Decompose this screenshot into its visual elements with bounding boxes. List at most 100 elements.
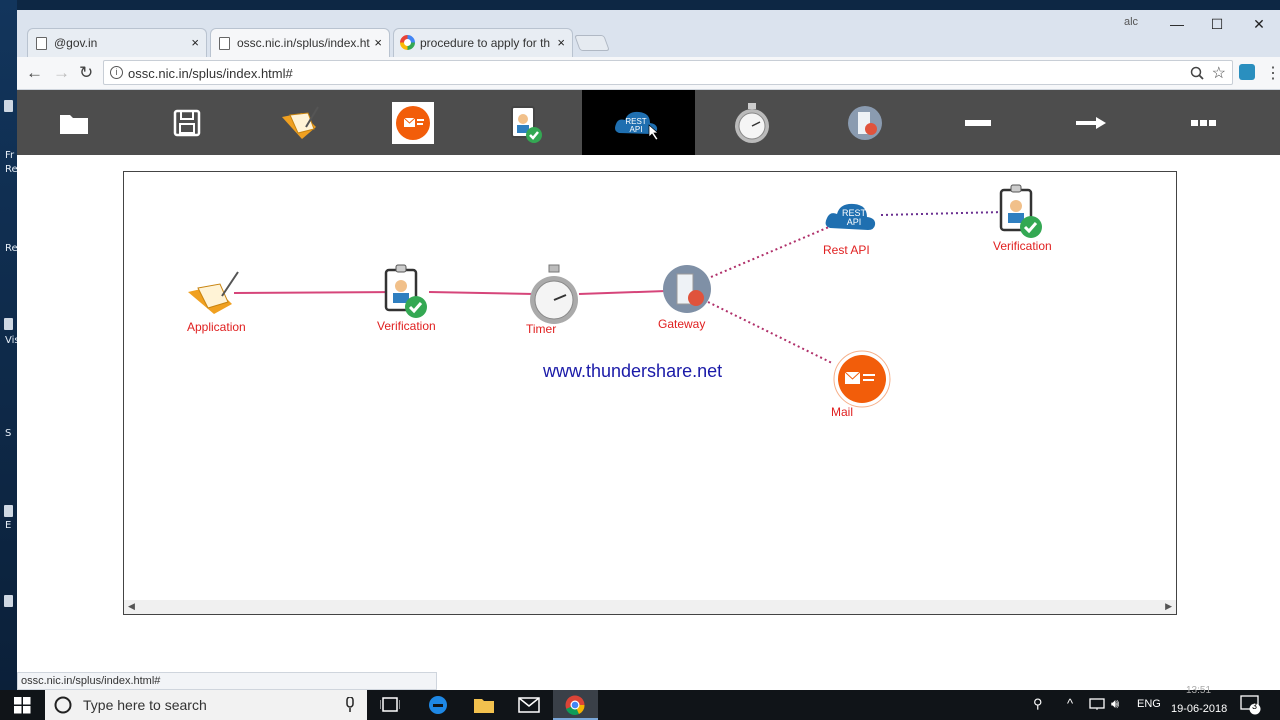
dotted-line-tool-button[interactable] xyxy=(1147,90,1260,155)
link-application-verification[interactable] xyxy=(233,291,397,294)
node-label-gateway: Gateway xyxy=(658,317,706,331)
microphone-icon[interactable] xyxy=(345,697,355,713)
arrow-right-icon xyxy=(1075,116,1106,129)
application-tool-button[interactable] xyxy=(243,90,356,155)
gateway-icon xyxy=(847,105,882,140)
line-tool-button[interactable] xyxy=(921,90,1034,155)
tab-google-search[interactable]: procedure to apply for th × xyxy=(393,28,573,57)
page-icon xyxy=(219,37,230,50)
node-label-verification: Verification xyxy=(993,239,1052,253)
desktop-shortcut-icon[interactable] xyxy=(4,100,13,112)
mail-icon xyxy=(391,101,434,144)
link-gateway-mail[interactable] xyxy=(707,301,833,364)
bookmark-star-icon[interactable]: ☆ xyxy=(1212,63,1226,83)
desktop-label: S xyxy=(5,428,12,439)
new-tab-button[interactable] xyxy=(574,35,610,51)
chrome-icon xyxy=(565,695,585,715)
desktop-shortcut-icon[interactable] xyxy=(4,595,13,607)
mail-node-icon[interactable] xyxy=(832,349,892,409)
close-tab-icon[interactable]: × xyxy=(557,35,565,50)
clock-date[interactable]: 19-06-2018 xyxy=(1171,703,1227,715)
link-verification-timer[interactable] xyxy=(428,291,535,295)
cortana-icon xyxy=(54,696,72,714)
clock-time[interactable]: 13:51 xyxy=(1186,685,1211,696)
line-icon xyxy=(964,119,991,126)
gateway-tool-button[interactable] xyxy=(808,90,921,155)
tab-ossc[interactable]: ossc.nic.in/splus/index.ht × xyxy=(210,28,390,57)
floppy-disk-icon xyxy=(173,109,200,136)
network-icon[interactable] xyxy=(1089,698,1105,711)
desktop-shortcut-icon[interactable] xyxy=(4,318,13,330)
diagram-canvas[interactable]: Application Verification Timer Gateway R… xyxy=(123,171,1177,615)
desktop-label: Re xyxy=(5,164,18,175)
menu-icon[interactable]: ⋮ xyxy=(1265,63,1280,83)
link-timer-gateway[interactable] xyxy=(578,290,667,295)
info-icon[interactable]: i xyxy=(110,66,123,79)
tab-title: procedure to apply for th xyxy=(420,36,551,50)
horizontal-scrollbar[interactable]: ◀ ▶ xyxy=(124,600,1176,614)
rest-api-cloud-icon: REST API xyxy=(614,111,659,140)
arrow-tool-button[interactable] xyxy=(1034,90,1147,155)
taskbar-search-box[interactable]: Type here to search xyxy=(45,690,367,720)
show-hidden-icons-icon[interactable]: ^ xyxy=(1067,696,1073,711)
scroll-left-icon[interactable]: ◀ xyxy=(128,601,135,612)
close-window-button[interactable]: ✕ xyxy=(1239,16,1279,33)
extension-icon[interactable] xyxy=(1239,64,1255,80)
save-button[interactable] xyxy=(130,90,243,155)
url-bar[interactable]: i ossc.nic.in/splus/index.html# ☆ xyxy=(103,60,1233,85)
profile-button[interactable]: alc xyxy=(1111,16,1151,28)
dotted-line-icon xyxy=(1190,119,1216,126)
node-label-rest-api: Rest API xyxy=(823,243,870,257)
windows-start-icon[interactable] xyxy=(14,697,31,714)
scroll-right-icon[interactable]: ▶ xyxy=(1165,601,1172,612)
address-toolbar: ← → ↻ i ossc.nic.in/splus/index.html# ☆ … xyxy=(17,57,1280,90)
application-node-icon[interactable] xyxy=(186,268,246,316)
mail-app-icon[interactable] xyxy=(518,697,540,713)
reload-button[interactable]: ↻ xyxy=(79,63,93,83)
task-view-icon[interactable] xyxy=(380,697,400,713)
open-folder-button[interactable] xyxy=(17,90,130,155)
tab-title: @gov.in xyxy=(54,36,98,50)
url-text: ossc.nic.in/splus/index.html# xyxy=(128,66,293,81)
zoom-icon[interactable] xyxy=(1190,66,1204,80)
node-label-timer: Timer xyxy=(526,322,557,336)
rest-api-tool-button[interactable]: REST API xyxy=(582,90,695,155)
gateway-node-icon[interactable] xyxy=(662,264,714,316)
chrome-taskbar-button[interactable] xyxy=(553,690,598,720)
timer-tool-button[interactable] xyxy=(695,90,808,155)
stopwatch-icon xyxy=(734,102,769,143)
browser-titlebar: @gov.in × ossc.nic.in/splus/index.ht × p… xyxy=(17,10,1280,57)
diagram-toolbar: REST API xyxy=(17,90,1280,155)
edge-browser-icon[interactable] xyxy=(428,695,448,715)
desktop-shortcut-icon[interactable] xyxy=(4,505,13,517)
svg-text:API: API xyxy=(629,125,642,134)
timer-node-icon[interactable] xyxy=(527,264,581,326)
verification-node-icon[interactable] xyxy=(997,182,1047,240)
tab-gov[interactable]: @gov.in × xyxy=(27,28,207,57)
verification-tool-button[interactable] xyxy=(469,90,582,155)
forward-button[interactable]: → xyxy=(53,63,70,83)
link-gateway-restapi[interactable] xyxy=(710,226,830,278)
svg-text:API: API xyxy=(847,217,862,227)
verification-node-icon[interactable] xyxy=(382,262,432,320)
rest-api-node-icon[interactable]: REST API xyxy=(824,190,884,234)
desktop-label: Re xyxy=(5,243,18,254)
volume-icon[interactable]: 🔊︎ xyxy=(1111,696,1119,712)
people-icon[interactable]: ⚲ xyxy=(1033,696,1043,712)
language-indicator[interactable]: ENG xyxy=(1137,698,1161,710)
desktop-label: E xyxy=(5,520,12,531)
back-button[interactable]: ← xyxy=(26,63,43,83)
folder-icon xyxy=(59,114,88,134)
link-restapi-verification[interactable] xyxy=(880,211,1005,216)
search-placeholder: Type here to search xyxy=(83,697,207,713)
action-center-icon[interactable] xyxy=(1240,695,1262,715)
maximize-button[interactable]: ☐ xyxy=(1197,16,1237,33)
close-tab-icon[interactable]: × xyxy=(191,35,199,50)
desktop-background: Fr Re Re Vis S E xyxy=(0,0,20,690)
minimize-button[interactable]: — xyxy=(1157,16,1197,32)
folder-form-icon xyxy=(281,105,319,139)
file-explorer-icon[interactable] xyxy=(473,696,495,714)
node-label-application: Application xyxy=(187,320,246,334)
mail-tool-button[interactable] xyxy=(356,90,469,155)
close-tab-icon[interactable]: × xyxy=(374,35,382,50)
